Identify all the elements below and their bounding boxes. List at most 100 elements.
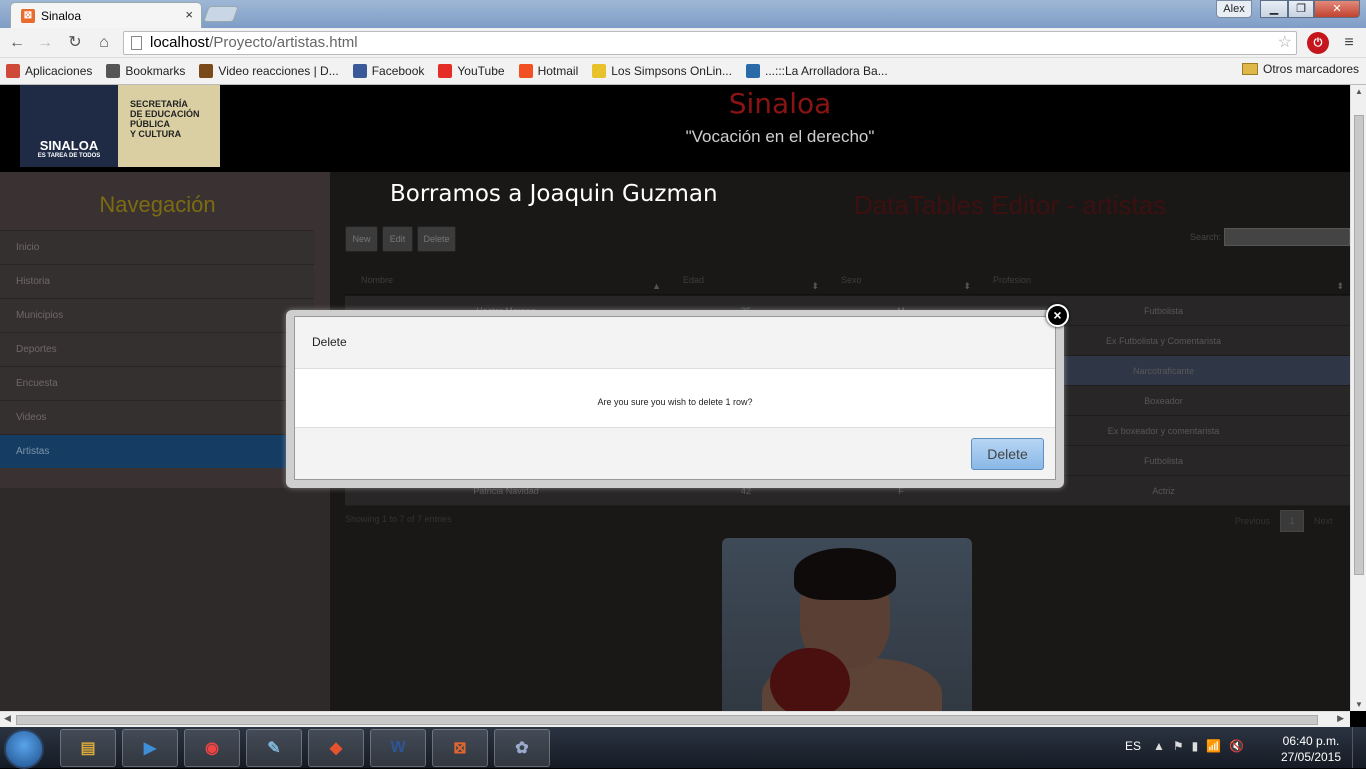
sidebar-item-historia[interactable]: Historia: [0, 264, 314, 298]
extension-icon[interactable]: ⏻: [1307, 32, 1329, 54]
bookmark-item[interactable]: Hotmail: [518, 64, 578, 78]
column-header[interactable]: Nombre ▲: [345, 267, 667, 294]
pagination-previous[interactable]: Previous: [1235, 516, 1270, 526]
paint-icon: ✿: [515, 740, 529, 757]
media-icon: ▶: [143, 740, 157, 757]
xampp-favicon-icon: ⊠: [21, 8, 35, 23]
chrome-icon: ◉: [205, 740, 219, 757]
sinaloa-logo: SINALOA ES TAREA DE TODOS SECRETARÍA DE …: [20, 85, 220, 167]
apps-grid-icon: [6, 64, 20, 78]
secretaria-text: SECRETARÍA DE EDUCACIÓN PÚBLICA Y CULTUR…: [130, 99, 200, 139]
sidebar-item-videos[interactable]: Videos: [0, 400, 314, 434]
column-header-label: Sexo: [841, 275, 862, 285]
bookmark-item[interactable]: Bookmarks: [106, 64, 185, 78]
taskbar: ▤ ▶ ◉ ✎ ◆ W ⊠ ✿ ES ▲⚑▮📶🔇 06:40 p.m. 27/05/2015: [0, 727, 1366, 769]
sidebar-nav: Inicio Historia Municipios Deportes Encuesta…: [0, 230, 314, 468]
clock-time: 06:40 p.m.: [1282, 734, 1340, 748]
clock[interactable]: 06:40 p.m. 27/05/2015: [1276, 733, 1346, 765]
bookmark-item[interactable]: Facebook: [352, 64, 424, 78]
bookmark-label: ...:::La Arrolladora Ba...: [764, 64, 888, 78]
minimize-button[interactable]: ▁: [1260, 0, 1288, 18]
bookmark-favicon-icon: [199, 64, 214, 78]
home-icon[interactable]: ⌂: [93, 32, 115, 54]
bookmark-item[interactable]: ...:::La Arrolladora Ba...: [745, 64, 888, 78]
start-button[interactable]: [4, 729, 44, 769]
close-window-button[interactable]: ✕: [1314, 0, 1360, 18]
youtube-icon: [438, 64, 453, 78]
tab-close-icon[interactable]: ×: [185, 7, 193, 22]
column-header[interactable]: Edad ⬍: [667, 267, 825, 294]
chrome-menu-icon[interactable]: ≡: [1338, 32, 1360, 54]
page-icon: [131, 36, 142, 50]
taskbar-app-paint[interactable]: ✿: [494, 729, 550, 767]
pagination-current[interactable]: 1: [1280, 510, 1305, 532]
column-header[interactable]: Profesion ⬍: [977, 267, 1350, 294]
site-title: Sinaloa: [728, 87, 832, 120]
word-icon: W: [390, 739, 406, 756]
taskbar-app-chrome[interactable]: ◉: [184, 729, 240, 767]
facebook-icon: [352, 64, 367, 78]
maximize-button[interactable]: ❐: [1288, 0, 1314, 18]
globe-icon: [745, 64, 760, 78]
taskbar-app-notepad[interactable]: ✎: [246, 729, 302, 767]
git-icon: ◆: [329, 740, 343, 757]
search-label: Search:: [1190, 232, 1222, 242]
column-header[interactable]: Sexo ⬍: [825, 267, 977, 294]
search-input[interactable]: [1224, 228, 1350, 246]
reload-icon[interactable]: ↻: [64, 32, 86, 54]
taskbar-app-media[interactable]: ▶: [122, 729, 178, 767]
taskbar-app-git[interactable]: ◆: [308, 729, 364, 767]
column-header-label: Profesion: [993, 275, 1032, 285]
star-icon: [106, 64, 121, 78]
vertical-scrollbar[interactable]: ▲ ▼: [1350, 85, 1366, 711]
url-path: /Proyecto/artistas.html: [209, 34, 358, 51]
column-header-label: Edad: [683, 275, 705, 285]
sidebar-item-encuesta[interactable]: Encuesta: [0, 366, 314, 400]
bookmark-star-icon[interactable]: ☆: [1278, 32, 1292, 54]
address-bar[interactable]: localhost/Proyecto/artistas.html ☆: [123, 31, 1297, 55]
clock-date: 27/05/2015: [1280, 750, 1342, 764]
bookmark-item[interactable]: YouTube: [438, 64, 505, 78]
explorer-icon: ▤: [80, 740, 96, 757]
pagination-next[interactable]: Next: [1314, 516, 1333, 526]
sidebar: Navegación Inicio Historia Municipios Depor…: [0, 172, 330, 711]
language-indicator[interactable]: ES: [1125, 739, 1141, 753]
sidebar-title: Navegación: [99, 192, 216, 217]
modal-message: Are you sure you wish to delete 1 row?: [597, 397, 753, 407]
bookmarks-bar: Aplicaciones Bookmarks Video reacciones | …: [0, 58, 1366, 85]
modal-title: Delete: [295, 317, 1055, 369]
other-bookmarks[interactable]: Otros marcadores: [1242, 62, 1359, 76]
sidebar-item-municipios[interactable]: Municipios: [0, 298, 314, 332]
bookmark-item[interactable]: Video reacciones | D...: [199, 64, 339, 78]
bookmark-label: Aplicaciones: [25, 64, 93, 78]
taskbar-app-explorer[interactable]: ▤: [60, 729, 116, 767]
bookmark-label: Video reacciones | D...: [218, 64, 339, 78]
tray-icons[interactable]: ▲⚑▮📶🔇: [1153, 739, 1252, 753]
artist-photo: [722, 538, 972, 711]
taskbar-app-word[interactable]: W: [370, 729, 426, 767]
show-desktop-button[interactable]: [1352, 727, 1366, 768]
sidebar-item-artistas[interactable]: Artistas: [0, 434, 314, 468]
browser-tab[interactable]: ⊠ Sinaloa ×: [10, 2, 202, 28]
modal-footer: Delete: [295, 427, 1055, 479]
simpsons-icon: [592, 64, 607, 78]
profile-button[interactable]: Alex: [1216, 0, 1252, 18]
sidebar-item-inicio[interactable]: Inicio: [0, 230, 314, 264]
site-motto: "Vocación en el derecho": [685, 127, 875, 146]
bookmark-item[interactable]: Los Simpsons OnLin...: [592, 64, 732, 78]
bookmark-item[interactable]: Aplicaciones: [6, 64, 92, 78]
confirm-delete-button[interactable]: Delete: [971, 438, 1044, 470]
back-icon[interactable]: ←: [6, 32, 28, 54]
folder-icon: [1242, 63, 1258, 75]
modal-close-icon[interactable]: ×: [1046, 304, 1069, 327]
delete-button[interactable]: Delete: [417, 226, 456, 252]
new-button[interactable]: New: [345, 226, 378, 252]
forward-icon[interactable]: →: [34, 32, 56, 54]
sidebar-item-deportes[interactable]: Deportes: [0, 332, 314, 366]
bookmark-label: Bookmarks: [125, 64, 186, 78]
sinaloa-seal-icon: SINALOA ES TAREA DE TODOS: [20, 85, 118, 167]
taskbar-app-xampp[interactable]: ⊠: [432, 729, 488, 767]
edit-button[interactable]: Edit: [382, 226, 413, 252]
new-tab-button[interactable]: [203, 6, 239, 22]
horizontal-scrollbar[interactable]: ◀ ▶: [0, 711, 1350, 727]
